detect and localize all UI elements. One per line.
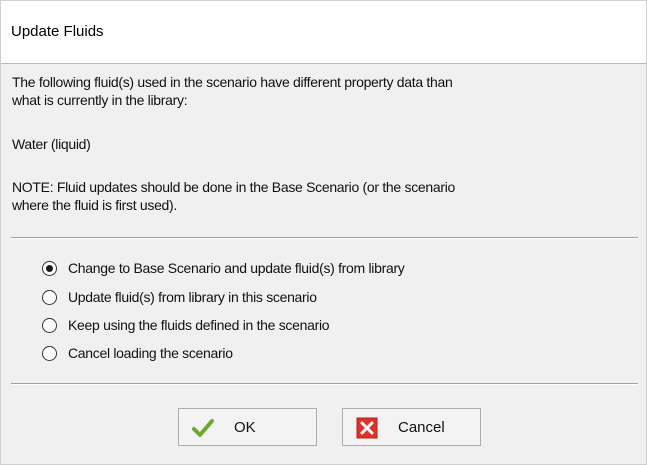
cancel-button-label: Cancel: [398, 419, 445, 436]
checkmark-icon: [192, 419, 214, 437]
radio-button[interactable]: [42, 289, 57, 305]
message-line-2: what is currently in the library:: [12, 92, 188, 108]
separator-top: [11, 237, 638, 239]
fluid-name: Water (liquid): [12, 136, 91, 152]
option-update-in-this-scenario[interactable]: Update fluid(s) from library in this sce…: [42, 287, 317, 307]
option-label: Cancel loading the scenario: [68, 345, 233, 361]
option-label: Update fluid(s) from library in this sce…: [68, 289, 317, 305]
radio-button-selected[interactable]: [42, 260, 57, 276]
separator-bottom: [11, 383, 638, 385]
option-keep-using-fluids[interactable]: Keep using the fluids defined in the sce…: [42, 315, 330, 335]
option-change-to-base-scenario[interactable]: Change to Base Scenario and update fluid…: [42, 258, 405, 278]
ok-button[interactable]: OK: [178, 408, 317, 446]
option-label: Change to Base Scenario and update fluid…: [68, 260, 405, 276]
dialog-title: Update Fluids: [11, 23, 104, 40]
note-line-1: NOTE: Fluid updates should be done in th…: [12, 179, 456, 195]
ok-button-label: OK: [234, 419, 256, 436]
radio-button[interactable]: [42, 317, 57, 333]
message-line-1: The following fluid(s) used in the scena…: [12, 74, 453, 90]
red-x-icon: [356, 417, 378, 439]
option-label: Keep using the fluids defined in the sce…: [68, 317, 330, 333]
dialog-title-bar: Update Fluids: [1, 1, 646, 64]
cancel-button[interactable]: Cancel: [342, 408, 481, 446]
option-cancel-loading[interactable]: Cancel loading the scenario: [42, 343, 233, 363]
update-fluids-dialog: Update Fluids The following fluid(s) use…: [0, 0, 647, 465]
radio-button[interactable]: [42, 345, 57, 361]
note-line-2: where the fluid is first used).: [12, 197, 177, 213]
